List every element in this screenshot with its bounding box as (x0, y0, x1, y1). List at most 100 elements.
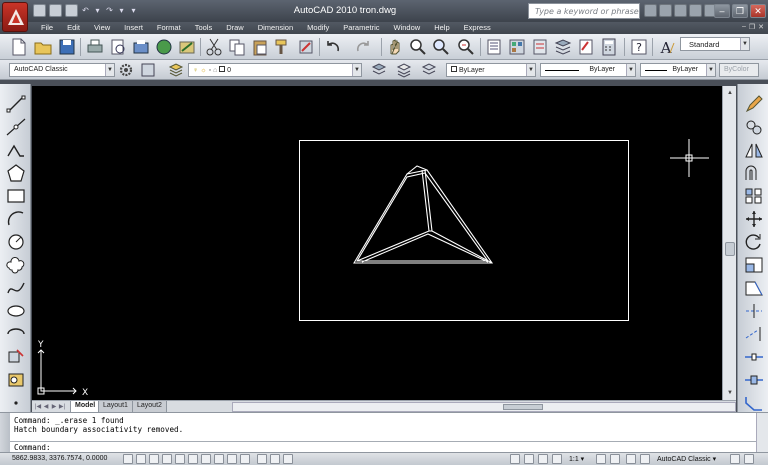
restore-button[interactable]: ❐ (732, 4, 748, 18)
pan-status-icon[interactable] (510, 454, 520, 464)
next-tab-arrow-icon[interactable]: ▶ (50, 402, 58, 412)
make-object-layer-current-icon[interactable] (371, 62, 387, 76)
3d-dwf-icon[interactable] (154, 37, 174, 57)
quickcalc-icon[interactable] (599, 37, 619, 57)
cut-scissors-icon[interactable] (204, 37, 224, 57)
application-menu-button[interactable] (2, 2, 28, 32)
dynamic-input-icon[interactable] (214, 454, 224, 464)
command-window-grip[interactable] (0, 413, 10, 453)
dynamic-ucs-icon[interactable] (201, 454, 211, 464)
sheet-set-manager-icon[interactable] (553, 37, 573, 57)
scroll-up-arrow-icon[interactable]: ▲ (725, 88, 735, 98)
undo-icon[interactable]: ↶ (81, 4, 90, 17)
new-file-icon[interactable] (33, 4, 46, 17)
point-icon[interactable] (5, 393, 27, 413)
qnew-icon[interactable] (9, 37, 29, 57)
subscription-center-icon[interactable] (659, 4, 672, 17)
lineweight-toggle-icon[interactable] (227, 454, 237, 464)
scroll-down-arrow-icon[interactable]: ▼ (725, 388, 735, 398)
arc-icon[interactable] (5, 209, 27, 229)
menu-express[interactable]: Express (457, 22, 498, 34)
chamfer-icon[interactable] (743, 393, 765, 413)
extend-icon[interactable] (743, 324, 765, 344)
menu-dimension[interactable]: Dimension (251, 22, 300, 34)
menu-draw[interactable]: Draw (219, 22, 251, 34)
menu-view[interactable]: View (87, 22, 117, 34)
steering-wheel-icon[interactable] (538, 454, 548, 464)
first-tab-arrow-icon[interactable]: |◀ (34, 402, 42, 412)
lineweight-dropdown[interactable]: ByLayer ▼ (640, 63, 716, 77)
menu-file[interactable]: File (34, 22, 60, 34)
trim-icon[interactable] (743, 301, 765, 321)
construction-line-icon[interactable] (5, 117, 27, 137)
menu-help[interactable]: Help (427, 22, 456, 34)
horizontal-scrollbar[interactable] (232, 402, 736, 412)
layer-dropdown[interactable]: ♀ ☼ ▫ ⌂ 0 ▼ (188, 63, 362, 77)
stretch-icon[interactable] (743, 278, 765, 298)
showmotion-icon[interactable] (552, 454, 562, 464)
binoculars-search-icon[interactable] (644, 4, 657, 17)
favorites-star-icon[interactable] (689, 4, 702, 17)
model-space-icon[interactable] (257, 454, 267, 464)
object-snap-icon[interactable] (175, 454, 185, 464)
command-scrollbar[interactable] (756, 413, 768, 453)
layer-state-icon[interactable] (421, 62, 437, 76)
snap-mode-icon[interactable] (123, 454, 133, 464)
insert-block-icon[interactable] (5, 347, 27, 367)
save-workspace-icon[interactable] (140, 62, 155, 77)
text-style-dropdown[interactable]: Standard ▼ (680, 37, 750, 51)
menu-tools[interactable]: Tools (188, 22, 220, 34)
menu-format[interactable]: Format (150, 22, 188, 34)
minimize-button[interactable]: – (714, 4, 730, 18)
zoom-previous-icon[interactable] (456, 37, 476, 57)
doc-restore-icon[interactable]: ❐ (749, 23, 755, 31)
workspace-status[interactable]: AutoCAD Classic ▾ (657, 455, 716, 463)
lock-ui-icon[interactable] (640, 454, 650, 464)
mirror-icon[interactable] (743, 140, 765, 160)
customize-qat-icon[interactable]: ▾ (129, 4, 138, 17)
make-block-icon[interactable] (5, 370, 27, 390)
rotate-icon[interactable] (743, 232, 765, 252)
scale-icon[interactable] (743, 255, 765, 275)
object-snap-tracking-icon[interactable] (188, 454, 198, 464)
communication-center-icon[interactable] (674, 4, 687, 17)
array-icon[interactable] (743, 186, 765, 206)
copy-object-icon[interactable] (743, 117, 765, 137)
markup-set-manager-icon[interactable] (576, 37, 596, 57)
annotation-scale[interactable]: 1:1 ▾ (569, 455, 584, 463)
zoom-status-icon[interactable] (524, 454, 534, 464)
publish-icon[interactable] (131, 37, 151, 57)
zoom-realtime-icon[interactable] (408, 37, 428, 57)
clean-screen-icon[interactable] (744, 454, 754, 464)
paste-icon[interactable] (250, 37, 270, 57)
rectangle-icon[interactable] (5, 186, 27, 206)
spline-icon[interactable] (5, 278, 27, 298)
polyline-icon[interactable] (5, 140, 27, 160)
search-input[interactable]: Type a keyword or phrase (528, 3, 640, 19)
doc-close-icon[interactable]: ✕ (758, 23, 764, 31)
horizontal-scroll-thumb[interactable] (503, 404, 543, 410)
drawing-area[interactable]: Y X (32, 86, 722, 400)
layer-previous-icon[interactable] (396, 62, 412, 78)
properties-icon[interactable] (484, 37, 504, 57)
redo-arrow-icon[interactable] (353, 37, 373, 57)
menu-modify[interactable]: Modify (300, 22, 336, 34)
plot-preview-icon[interactable] (108, 37, 128, 57)
open-file-icon[interactable] (49, 4, 62, 17)
save-disk-icon[interactable] (57, 37, 77, 57)
line-icon[interactable] (5, 94, 27, 114)
quick-view-layouts-icon[interactable] (270, 454, 280, 464)
match-properties-brush-icon[interactable] (273, 37, 293, 57)
tool-palettes-icon[interactable] (530, 37, 550, 57)
circle-icon[interactable] (5, 232, 27, 252)
save-icon[interactable] (65, 4, 78, 17)
join-icon[interactable] (743, 370, 765, 390)
workspace-settings-gear-icon[interactable] (118, 62, 133, 77)
close-button[interactable]: ✕ (750, 4, 766, 18)
zoom-window-icon[interactable] (431, 37, 451, 57)
block-editor-icon[interactable] (296, 37, 316, 57)
help-question-icon[interactable]: ? (629, 37, 649, 57)
color-dropdown[interactable]: ByLayer ▼ (446, 63, 536, 77)
revision-cloud-icon[interactable] (5, 255, 27, 275)
quick-view-drawings-icon[interactable] (283, 454, 293, 464)
